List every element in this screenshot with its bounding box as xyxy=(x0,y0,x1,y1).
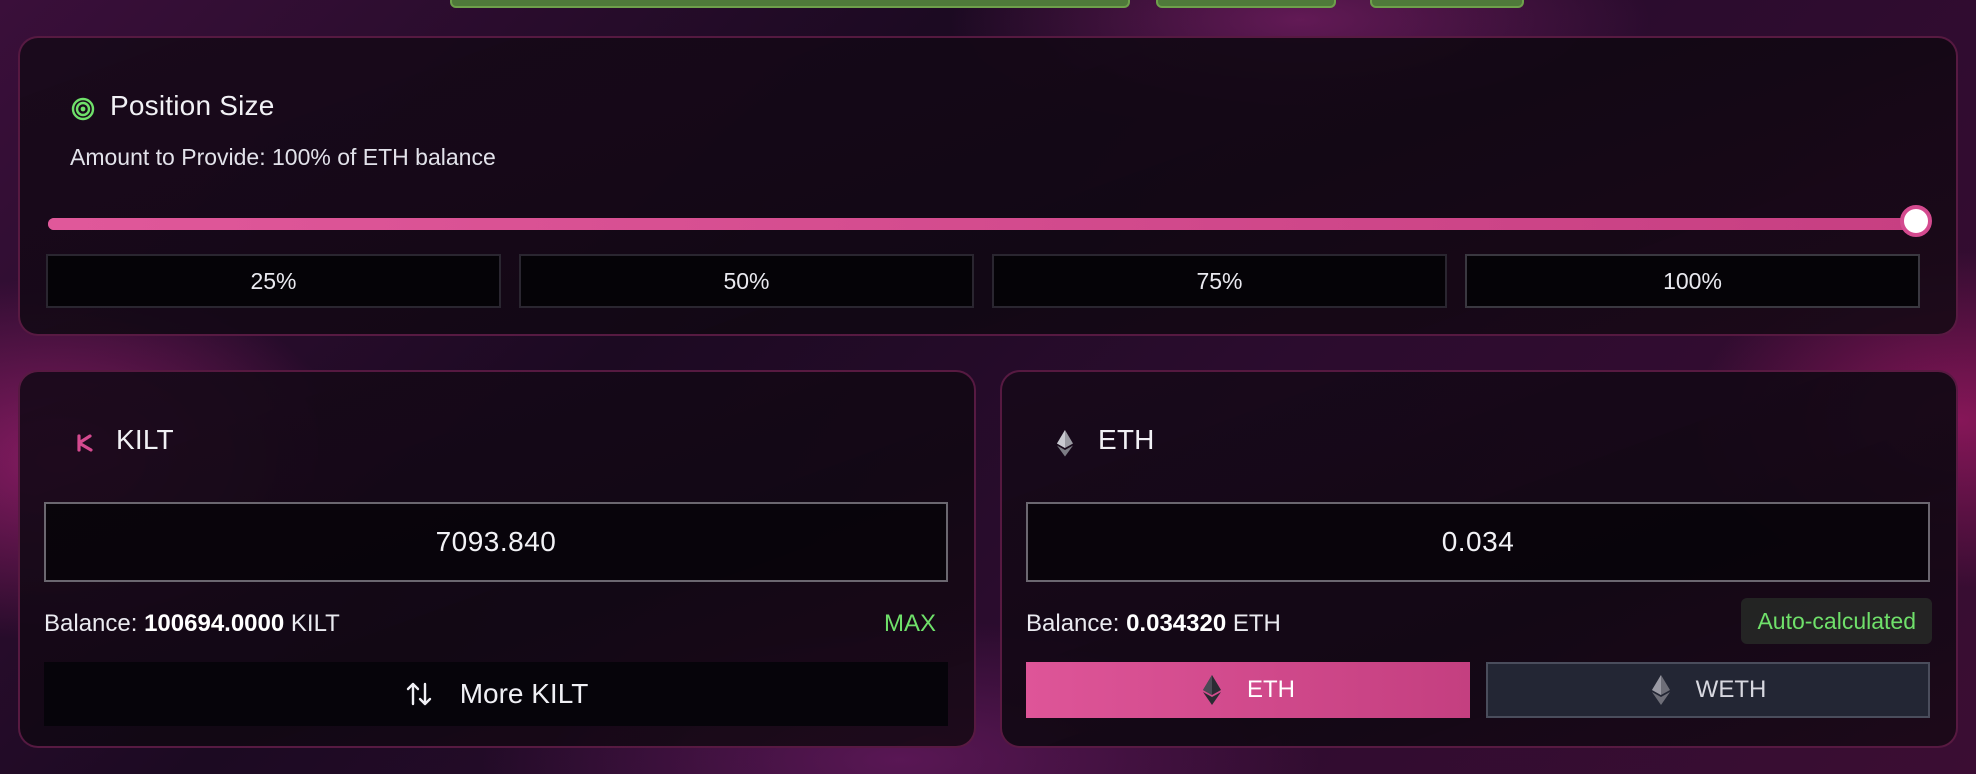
position-slider[interactable] xyxy=(48,205,1932,237)
position-size-card: Position Size Amount to Provide: 100% of… xyxy=(18,36,1958,336)
eth-amount-input[interactable]: 0.034 xyxy=(1026,502,1930,582)
ethereum-icon xyxy=(1203,675,1221,705)
kilt-token-card: KILT 7093.840 Balance: 100694.0000 KILT … xyxy=(18,370,976,748)
more-kilt-button[interactable]: More KILT xyxy=(44,662,948,726)
eth-balance-unit: ETH xyxy=(1232,610,1281,637)
kilt-balance-unit: KILT xyxy=(290,610,340,637)
eth-balance: Balance: 0.034320 ETH xyxy=(1026,610,1281,638)
eth-balance-label: Balance: xyxy=(1026,610,1120,637)
eth-balance-value: 0.034320 xyxy=(1126,610,1227,637)
eth-title: ETH xyxy=(1098,424,1155,455)
amount-to-provide-label: Amount to Provide: 100% of ETH balance xyxy=(70,144,496,170)
swap-vertical-icon xyxy=(406,682,431,706)
preset-25-button[interactable]: 25% xyxy=(46,254,501,308)
kilt-balance-value: 100694.0000 xyxy=(144,610,285,637)
max-button[interactable]: MAX xyxy=(884,610,936,638)
top-stub-button-1[interactable] xyxy=(1156,0,1336,8)
kilt-title: KILT xyxy=(116,424,174,455)
position-size-title: Position Size xyxy=(110,90,275,121)
top-stub-button-2[interactable] xyxy=(1370,0,1524,8)
weth-toggle-label: WETH xyxy=(1695,676,1767,703)
kilt-amount-input[interactable]: 7093.840 xyxy=(44,502,948,582)
kilt-balance: Balance: 100694.0000 KILT xyxy=(44,610,340,638)
eth-toggle-button[interactable]: ETH xyxy=(1026,662,1470,718)
kilt-logo-icon xyxy=(77,434,93,452)
ethereum-icon xyxy=(1651,675,1670,705)
kilt-balance-label: Balance: xyxy=(44,610,138,637)
preset-100-button[interactable]: 100% xyxy=(1465,254,1920,308)
eth-token-card: ETH 0.034 Balance: 0.034320 ETH Auto-cal… xyxy=(1000,370,1958,748)
target-icon xyxy=(71,97,95,121)
more-kilt-label: More KILT xyxy=(459,678,589,709)
slider-fill xyxy=(48,218,1916,230)
preset-buttons: 25% 50% 75% 100% xyxy=(46,254,1920,308)
preset-50-button[interactable]: 50% xyxy=(519,254,974,308)
top-stub-bar xyxy=(450,0,1130,8)
eth-toggle-label: ETH xyxy=(1247,676,1295,703)
ethereum-icon xyxy=(1057,430,1073,457)
preset-75-button[interactable]: 75% xyxy=(992,254,1447,308)
auto-calculated-badge: Auto-calculated xyxy=(1741,598,1932,644)
weth-toggle-button[interactable]: WETH xyxy=(1486,662,1930,718)
slider-thumb[interactable] xyxy=(1900,205,1932,237)
